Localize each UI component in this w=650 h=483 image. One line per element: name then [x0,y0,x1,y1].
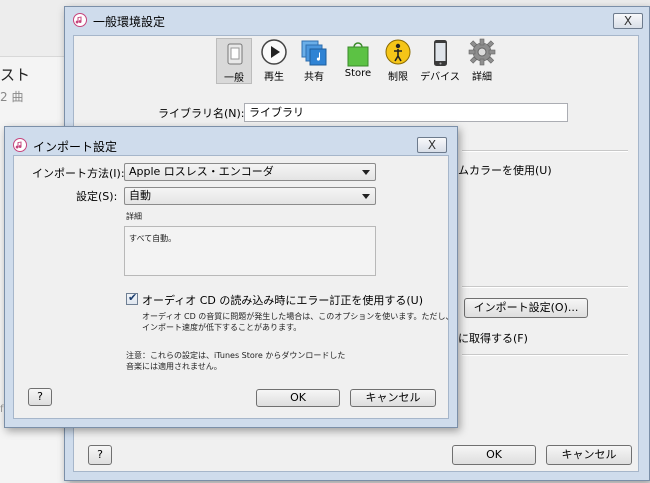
parental-icon [385,39,411,65]
toolbar-sharing[interactable]: 共有 [296,38,332,84]
store-bag-icon [347,42,369,67]
background-title: スト [0,66,31,84]
setting-value: 自動 [129,189,151,202]
import-dialog-client-area: インポート方法(I): Apple ロスレス・エンコーダ 設定(S): 自動 詳… [13,155,453,419]
toolbar-playback[interactable]: 再生 [256,38,292,84]
import-method-value: Apple ロスレス・エンコーダ [129,165,274,178]
general-window-close-button[interactable]: X [613,13,643,29]
general-window-titlebar[interactable]: 一般環境設定 X [65,7,649,33]
import-dialog-title: インポート設定 [33,140,118,154]
background-song-count: 2 曲 [0,90,24,104]
toolbar-devices[interactable]: デバイス [420,38,460,84]
toolbar-sharing-label: 共有 [304,72,324,83]
import-method-select[interactable]: Apple ロスレス・エンコーダ [124,163,376,181]
chevron-down-icon [362,194,370,199]
toolbar-parental[interactable]: 制限 [380,38,416,84]
background-text-fragment: f [0,404,4,415]
details-label: 詳細 [126,212,142,221]
background-toolbar [0,0,70,57]
color-option-label[interactable]: ムカラーを使用(U) [458,162,552,178]
error-correction-description-line1: オーディオ CD の音質に問題が発生した場合は、このオプションを使います。ただし… [142,312,454,321]
general-cancel-button[interactable]: キャンセル [546,445,632,465]
error-correction-label[interactable]: オーディオ CD の読み込み時にエラー訂正を使用する(U) [142,292,423,308]
note-line1: 注意：これらの設定は、iTunes Store からダウンロードした [126,351,346,360]
library-name-label: ライブラリ名(N): [158,107,245,120]
general-help-button[interactable]: ? [88,445,112,465]
import-ok-button[interactable]: OK [256,389,340,407]
import-settings-button[interactable]: インポート設定(O)... [464,298,588,318]
general-ok-button[interactable]: OK [452,445,536,465]
details-text: すべて自動。 [129,234,177,243]
import-settings-dialog: インポート設定 X インポート方法(I): Apple ロスレス・エンコーダ 設… [4,126,458,428]
import-method-label: インポート方法(I): [32,167,125,180]
itunes-app-icon [13,138,27,152]
section-divider [462,354,628,356]
import-cancel-button[interactable]: キャンセル [350,389,436,407]
play-icon [261,39,287,65]
toolbar-store[interactable]: Store [340,38,376,84]
general-icon [227,43,243,65]
setting-select[interactable]: 自動 [124,187,376,205]
toolbar-advanced-label: 詳細 [472,72,492,83]
toolbar-advanced[interactable]: 詳細 [464,38,500,84]
itunes-app-icon [73,13,87,27]
toolbar-devices-label: デバイス [420,72,460,83]
library-name-input[interactable]: ライブラリ [244,103,568,122]
device-icon [434,40,447,66]
import-dialog-titlebar[interactable]: インポート設定 X [5,127,457,154]
fetch-option-label[interactable]: に取得する(F) [458,330,528,346]
details-box: すべて自動。 [124,226,376,276]
setting-label: 設定(S): [76,190,118,203]
note-line2: 音楽には適用されません。 [126,362,222,371]
general-window-title: 一般環境設定 [93,15,166,29]
chevron-down-icon [362,170,370,175]
import-help-button[interactable]: ? [28,388,52,406]
share-icon [301,40,327,66]
toolbar-parental-label: 制限 [388,72,408,83]
error-correction-description-line2: インポート速度が低下することがあります。 [142,323,302,332]
error-correction-checkbox[interactable]: ✔ [126,291,138,305]
toolbar-general[interactable]: 一般 [216,38,252,84]
checkmark-icon: ✔ [128,291,138,304]
import-dialog-close-button[interactable]: X [417,137,447,153]
gear-icon [468,38,496,66]
section-divider [462,150,628,152]
section-divider [462,286,628,288]
